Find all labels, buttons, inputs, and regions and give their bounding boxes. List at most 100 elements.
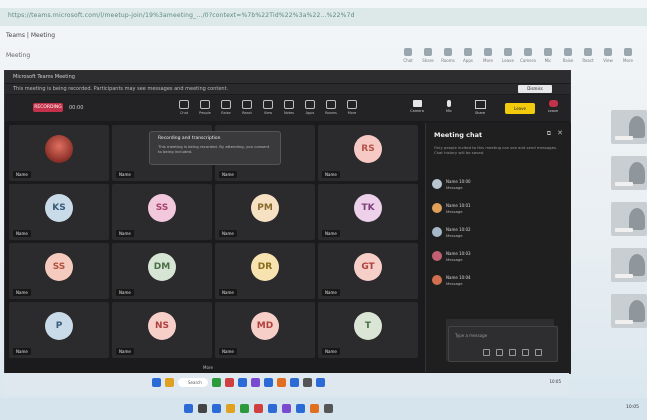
toolbar-tools: Chat People Raise React View Notes Apps Rooms Mo… — [175, 99, 361, 119]
tab-label[interactable]: Teams | Meeting — [6, 32, 55, 39]
participant-photo — [45, 135, 73, 163]
taskbar-app-icon[interactable] — [251, 378, 260, 387]
chat-compose-box[interactable]: Type a message — [448, 326, 558, 362]
taskbar-app-icon[interactable] — [226, 404, 235, 413]
taskbar-app-icon[interactable] — [225, 378, 234, 387]
window-title: Microsoft Teams Meeting — [13, 74, 75, 80]
participant-name: Name — [219, 230, 237, 237]
message-text: Message — [446, 185, 463, 190]
taskbar-app-icon[interactable] — [290, 378, 299, 387]
ribbon-item[interactable]: Mic — [540, 46, 556, 68]
thumbnail-label — [615, 228, 633, 232]
toolbar-rooms-button[interactable]: Rooms — [322, 99, 340, 119]
taskbar-app-icon[interactable] — [303, 378, 312, 387]
taskbar-app-icon[interactable] — [240, 404, 249, 413]
gallery-thumbnail[interactable] — [611, 156, 647, 190]
taskbar-app-icon[interactable] — [282, 404, 291, 413]
toolbar-react-button[interactable]: React — [238, 99, 256, 119]
more-participants-indicator[interactable]: More — [203, 365, 213, 370]
participant-avatar: T — [354, 312, 382, 340]
leave-label: Leave — [547, 109, 559, 113]
close-icon[interactable]: ✕ — [557, 129, 563, 137]
compose-placeholder[interactable]: Type a message — [455, 333, 487, 338]
toolbar-notes-button[interactable]: Notes — [280, 99, 298, 119]
thumbnail-label — [615, 182, 633, 186]
ribbon-icon — [564, 48, 572, 56]
window-titlebar: Microsoft Teams Meeting — [5, 71, 570, 83]
ribbon-item[interactable]: View — [600, 46, 616, 68]
toolbar-apps-button[interactable]: Apps — [301, 99, 319, 119]
taskbar-app-icon[interactable] — [277, 378, 286, 387]
gallery-thumbnail[interactable] — [611, 110, 647, 144]
ribbon-item[interactable]: Camera — [520, 46, 536, 68]
taskbar-app-icon[interactable] — [152, 378, 161, 387]
browser-address-bar[interactable]: https://teams.microsoft.com/l/meetup-joi… — [0, 8, 647, 26]
participant-tile[interactable]: DR Name — [215, 243, 315, 299]
taskbar-search[interactable]: Search — [178, 378, 208, 387]
toolbar-people-button[interactable]: People — [196, 99, 214, 119]
leave-button[interactable]: Leave — [543, 99, 563, 119]
participant-tile[interactable]: RS Name — [318, 125, 418, 181]
ribbon-item[interactable]: Chat — [400, 46, 416, 68]
participant-tile[interactable]: SS Name — [9, 243, 109, 299]
taskbar-app-icon[interactable] — [264, 378, 273, 387]
mic-button[interactable]: Mic — [441, 99, 457, 119]
taskbar-app-icon[interactable] — [184, 404, 193, 413]
participant-tile[interactable]: KS Name — [9, 184, 109, 240]
notification-toast[interactable]: Recording and transcription This meeting… — [149, 131, 281, 165]
participant-tile[interactable]: SS Name — [112, 184, 212, 240]
format-icon[interactable] — [483, 349, 490, 356]
toolbar-more-button[interactable]: More — [343, 99, 361, 119]
taskbar-app-icon[interactable] — [165, 378, 174, 387]
camera-button[interactable]: Camera — [405, 99, 429, 119]
taskbar-app-icon[interactable] — [212, 404, 221, 413]
participant-avatar: RS — [354, 135, 382, 163]
ribbon-item[interactable]: Apps — [460, 46, 476, 68]
participant-tile[interactable]: P Name — [9, 302, 109, 358]
taskbar-app-icon[interactable] — [254, 404, 263, 413]
ribbon-item[interactable]: Rooms — [440, 46, 456, 68]
taskbar-app-icon[interactable] — [310, 404, 319, 413]
ribbon-item[interactable]: Share — [420, 46, 436, 68]
participant-tile[interactable]: TK Name — [318, 184, 418, 240]
toolbar-raise-button[interactable]: Raise — [217, 99, 235, 119]
taskbar-app-icon[interactable] — [316, 378, 325, 387]
gallery-thumbnail[interactable] — [611, 294, 647, 328]
participant-tile[interactable]: MD Name — [215, 302, 315, 358]
taskbar-app-icon[interactable] — [198, 404, 207, 413]
participant-tile[interactable]: Name — [9, 125, 109, 181]
participant-tile[interactable]: DM Name — [112, 243, 212, 299]
taskbar-app-icon[interactable] — [324, 404, 333, 413]
message-text: Message — [446, 233, 463, 238]
ribbon-item[interactable]: Leave — [500, 46, 516, 68]
popout-icon[interactable]: ⧉ — [547, 130, 551, 138]
toolbar-view-button[interactable]: View — [259, 99, 277, 119]
participant-tile[interactable]: PM Name — [215, 184, 315, 240]
loop-icon[interactable] — [522, 349, 529, 356]
gallery-thumbnail[interactable] — [611, 248, 647, 282]
emoji-icon[interactable] — [496, 349, 503, 356]
ribbon-item[interactable]: More — [480, 46, 496, 68]
ribbon-item[interactable]: React — [580, 46, 596, 68]
end-meeting-button[interactable]: Leave — [505, 103, 535, 114]
participant-tile[interactable]: T Name — [318, 302, 418, 358]
taskbar-app-icon[interactable] — [268, 404, 277, 413]
url-text[interactable]: https://teams.microsoft.com/l/meetup-joi… — [8, 12, 608, 19]
gallery-thumbnail[interactable] — [611, 202, 647, 236]
ribbon-item[interactable]: More — [620, 46, 636, 68]
ribbon-icon — [544, 48, 552, 56]
person-image — [629, 208, 645, 230]
attach-icon[interactable] — [509, 349, 516, 356]
ribbon-item[interactable]: Raise — [560, 46, 576, 68]
taskbar-app-icon[interactable] — [238, 378, 247, 387]
ribbon-label: Apps — [463, 58, 473, 63]
banner-dismiss-button[interactable]: Dismiss — [518, 85, 552, 93]
participant-tile[interactable]: GT Name — [318, 243, 418, 299]
taskbar-app-icon[interactable] — [212, 378, 221, 387]
share-button[interactable]: Share — [469, 99, 491, 119]
mic-label: Mic — [446, 109, 452, 113]
participant-tile[interactable]: NS Name — [112, 302, 212, 358]
send-icon[interactable] — [535, 349, 542, 356]
toolbar-chat-button[interactable]: Chat — [175, 99, 193, 119]
taskbar-app-icon[interactable] — [296, 404, 305, 413]
